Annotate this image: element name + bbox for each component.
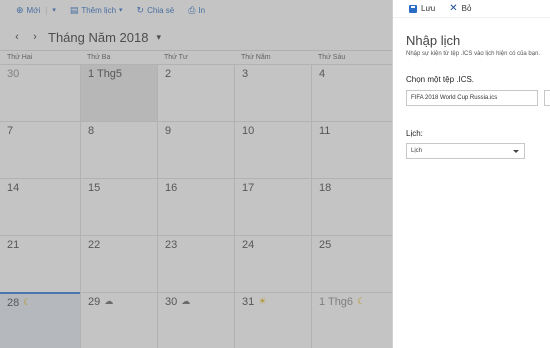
panel-title: Nhập lịch [406, 33, 461, 48]
close-icon: ✕ [449, 2, 458, 14]
discard-button[interactable]: ✕ Bỏ [449, 2, 472, 14]
calendar-select[interactable]: Lịch [406, 143, 525, 159]
modal-overlay [0, 0, 392, 348]
panel-toolbar: Lưu ✕ Bỏ [393, 0, 550, 18]
import-calendar-panel: Lưu ✕ Bỏ Nhập lịch Nhập sự kiện từ tệp .… [392, 0, 550, 348]
panel-description: Nhập sự kiện từ tệp .ICS vào lịch hiện c… [406, 51, 541, 57]
choose-file-label: Chọn một tệp .ICS. [406, 75, 475, 84]
save-label: Lưu [421, 4, 436, 13]
file-input[interactable]: FIFA 2018 World Cup Russia.ics [406, 90, 538, 106]
calendar-label: Lịch: [406, 129, 423, 138]
browse-button[interactable] [544, 90, 550, 106]
save-button[interactable]: Lưu [409, 4, 435, 13]
chevron-down-icon [513, 150, 519, 153]
calendar-select-value: Lịch [411, 148, 423, 154]
discard-label: Bỏ [461, 4, 472, 13]
save-icon [409, 4, 417, 13]
